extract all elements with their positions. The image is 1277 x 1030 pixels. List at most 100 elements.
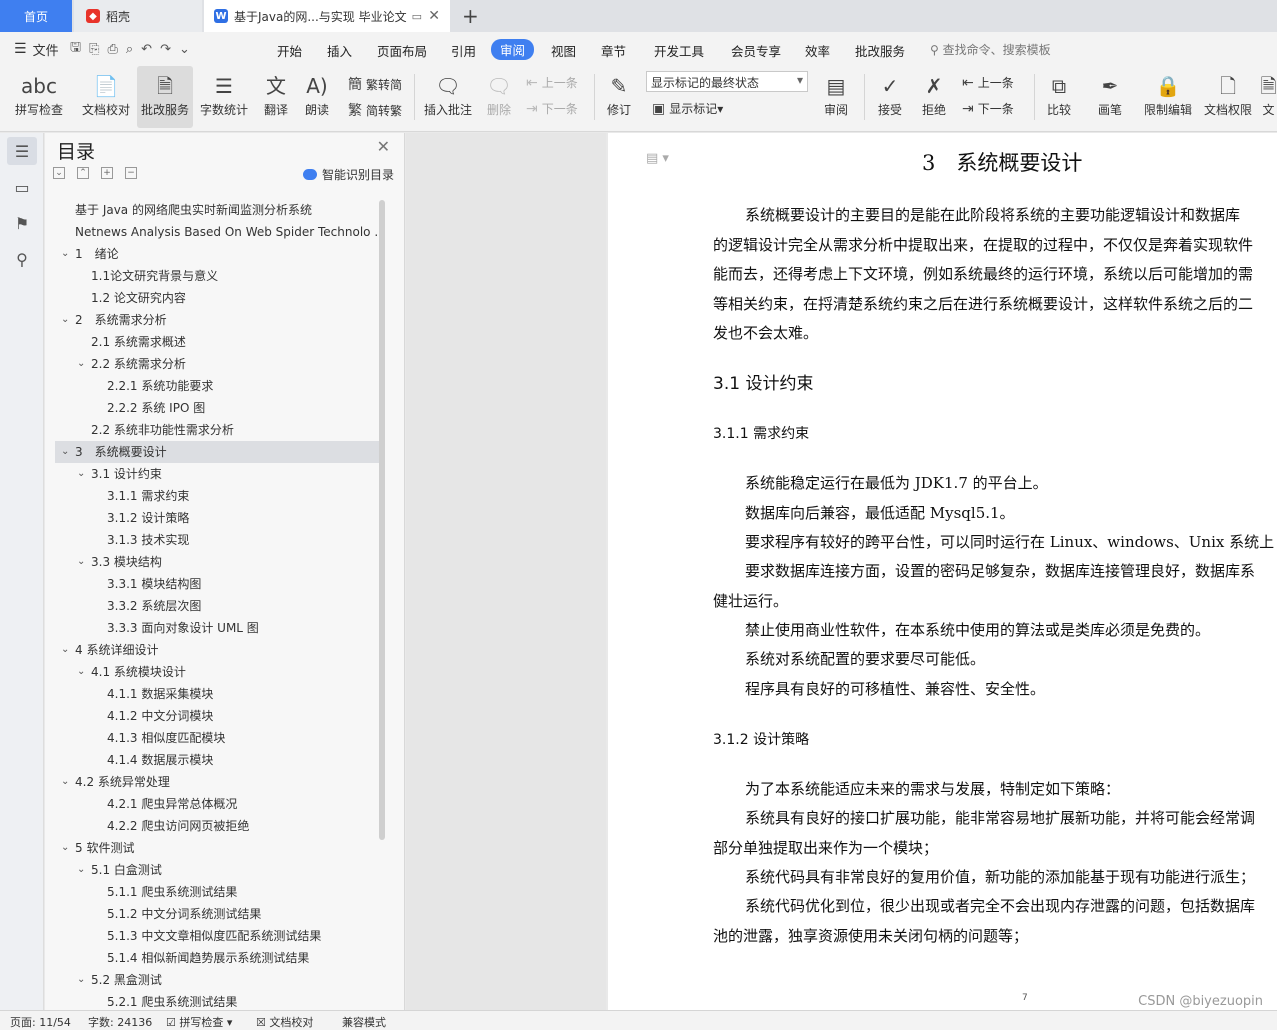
chevron-down-icon[interactable]: ⌄ <box>77 353 85 375</box>
toc-item[interactable]: 1.2 论文研究内容 <box>55 287 380 309</box>
toc-item[interactable]: 基于 Java 的网络爬虫实时新闻监测分析系统 <box>55 199 380 221</box>
toc-item[interactable]: 3.1.2 设计策略 <box>55 507 380 529</box>
menu-tab-chapter[interactable]: 章节 <box>601 41 626 60</box>
toc-item[interactable]: ⌄ 4.1 系统模块设计 <box>55 661 380 683</box>
chevron-down-icon[interactable]: ⌄ <box>61 441 69 463</box>
toc-item[interactable]: 4.1.1 数据采集模块 <box>55 683 380 705</box>
menu-tab-start[interactable]: 开始 <box>277 41 302 60</box>
simp-to-trad-button[interactable]: 繁简转繁 <box>348 100 402 120</box>
chevron-down-icon[interactable]: ⌄ <box>77 463 85 485</box>
insert-comment-button[interactable]: 🗨 插入批注 <box>422 66 474 128</box>
toc-item[interactable]: ⌄ 1 绪论 <box>55 243 380 265</box>
doc-permission-button[interactable]: 🗋 文档权限 <box>1200 66 1256 128</box>
toc-item[interactable]: Netnews Analysis Based On Web Spider Tec… <box>55 221 380 243</box>
page-menu-icon[interactable]: ▤ ▾ <box>646 151 669 166</box>
document-page[interactable]: ▤ ▾ 3 系统概要设计 系统概要设计的主要目的是能在此阶段将系统的主要功能逻辑… <box>608 133 1277 1010</box>
more-dropdown-icon[interactable]: ⌄ <box>179 42 190 57</box>
toc-item[interactable]: ⌄ 5.1 白盒测试 <box>55 859 380 881</box>
toc-item[interactable]: ⌄ 3 系统概要设计 <box>55 441 380 463</box>
command-search[interactable]: ⚲ 查找命令、搜索模板 <box>930 41 1051 58</box>
toc-item[interactable]: 4.2.2 爬虫访问网页被拒绝 <box>55 815 380 837</box>
prev-change-button[interactable]: ⇤ 上一条 <box>962 74 1014 91</box>
review-pane-button[interactable]: ▤ 审阅 <box>816 66 856 128</box>
toc-item[interactable]: 3.3.1 模块结构图 <box>55 573 380 595</box>
toc-item[interactable]: 2.1 系统需求概述 <box>55 331 380 353</box>
toc-item[interactable]: ⌄ 3.3 模块结构 <box>55 551 380 573</box>
markup-state-select[interactable]: 显示标记的最终状态 <box>646 71 808 92</box>
menu-tab-reference[interactable]: 引用 <box>451 41 476 60</box>
toc-item[interactable]: ⌄ 4.2 系统异常处理 <box>55 771 380 793</box>
menu-tab-insert[interactable]: 插入 <box>327 41 352 60</box>
remove-level-icon[interactable]: − <box>125 167 137 179</box>
redo-icon[interactable]: ↷ <box>160 42 171 57</box>
toc-item[interactable]: ⌄ 5.2 黑盒测试 <box>55 969 380 991</box>
more-ribbon-button[interactable]: 🗎 文 <box>1260 66 1277 128</box>
chevron-down-icon[interactable]: ⌄ <box>61 309 69 331</box>
toc-item[interactable]: ⌄ 2.2 系统需求分析 <box>55 353 380 375</box>
next-comment-button[interactable]: ⇥ 下一条 <box>526 100 578 117</box>
export-icon[interactable]: ⎘ <box>89 42 99 57</box>
menu-tab-view[interactable]: 视图 <box>551 41 576 60</box>
close-icon[interactable]: ✕ <box>377 137 390 156</box>
print-icon[interactable]: ⎙ <box>107 42 117 57</box>
tab-home[interactable]: 首页 <box>0 0 72 32</box>
tab-document[interactable]: W 基于Java的网...与实现 毕业论文 ▭ ✕ <box>204 0 450 32</box>
correction-button[interactable]: 🗎 批改服务 <box>137 66 193 128</box>
toc-item[interactable]: 5.1.1 爬虫系统测试结果 <box>55 881 380 903</box>
menu-tab-efficiency[interactable]: 效率 <box>805 41 830 60</box>
toc-item[interactable]: ⌄ 4 系统详细设计 <box>55 639 380 661</box>
prev-comment-button[interactable]: ⇤ 上一条 <box>526 74 578 91</box>
chevron-down-icon[interactable]: ⌄ <box>61 243 69 265</box>
next-change-button[interactable]: ⇥ 下一条 <box>962 100 1014 117</box>
chevron-down-icon[interactable]: ⌄ <box>77 661 85 683</box>
wordcount-button[interactable]: ☰ 字数统计 <box>197 66 251 128</box>
compare-button[interactable]: ⧉ 比较 <box>1038 66 1080 128</box>
menu-tab-review[interactable]: 审阅 <box>491 39 535 60</box>
spellcheck-button[interactable]: abc 拼写检查 <box>8 66 70 128</box>
toc-item[interactable]: 3.3.2 系统层次图 <box>55 595 380 617</box>
toc-item[interactable]: 2.2.1 系统功能要求 <box>55 375 380 397</box>
menu-tab-developer[interactable]: 开发工具 <box>654 41 704 60</box>
menu-tab-layout[interactable]: 页面布局 <box>377 41 427 60</box>
monitor-icon[interactable]: ▭ <box>412 10 422 23</box>
revise-button[interactable]: ✎ 修订 <box>600 66 638 128</box>
toc-item[interactable]: 3.3.3 面向对象设计 UML 图 <box>55 617 380 639</box>
bookmark-icon[interactable]: ⚑ <box>7 209 37 237</box>
toc-item[interactable]: 5.1.2 中文分词系统测试结果 <box>55 903 380 925</box>
pen-button[interactable]: ✒ 画笔 <box>1090 66 1130 128</box>
chevron-down-icon[interactable]: ⌄ <box>61 771 69 793</box>
expand-icon[interactable]: ⌃ <box>77 167 89 179</box>
spellcheck-status[interactable]: ☑ 拼写检查 ▾ <box>166 1014 232 1030</box>
chevron-down-icon[interactable]: ⌄ <box>61 837 69 859</box>
page-indicator[interactable]: 页面: 11/54 <box>10 1014 71 1030</box>
save-icon[interactable]: 🖫 <box>70 38 81 60</box>
search-icon[interactable]: ⚲ <box>7 245 37 273</box>
toc-item[interactable]: ⌄ 3.1 设计约束 <box>55 463 380 485</box>
toc-item[interactable]: 2.2.2 系统 IPO 图 <box>55 397 380 419</box>
menu-tab-member[interactable]: 会员专享 <box>731 41 781 60</box>
toc-item[interactable]: 1.1论文研究背景与意义 <box>55 265 380 287</box>
doccheck-button[interactable]: 📄 文档校对 <box>78 66 134 128</box>
print-preview-icon[interactable]: ⌕ <box>126 42 133 57</box>
word-count[interactable]: 字数: 24136 <box>88 1014 152 1030</box>
toc-scrollbar[interactable] <box>379 200 385 840</box>
chevron-down-icon[interactable]: ⌄ <box>77 551 85 573</box>
chevron-down-icon[interactable]: ⌄ <box>61 639 69 661</box>
restrict-edit-button[interactable]: 🔒 限制编辑 <box>1140 66 1196 128</box>
toc-panel-icon[interactable]: ☰ <box>7 137 37 165</box>
close-tab-icon[interactable]: ✕ <box>428 8 440 24</box>
chevron-down-icon[interactable]: ⌄ <box>77 859 85 881</box>
read-aloud-button[interactable]: A) 朗读 <box>300 66 334 128</box>
translate-button[interactable]: 文翻译 <box>256 66 296 128</box>
file-menu[interactable]: ☰ 文件 <box>0 40 70 59</box>
toc-item[interactable]: 5.1.4 相似新闻趋势展示系统测试结果 <box>55 947 380 969</box>
delete-comment-button[interactable]: 🗨 删除 <box>480 66 518 128</box>
chevron-down-icon[interactable]: ⌄ <box>77 969 85 991</box>
collapse-icon[interactable]: ⌄ <box>53 167 65 179</box>
toc-item[interactable]: ⌄ 5 软件测试 <box>55 837 380 859</box>
tab-daoke[interactable]: ◆ 稻壳 <box>74 0 202 32</box>
toc-item[interactable]: 5.1.3 中文文章相似度匹配系统测试结果 <box>55 925 380 947</box>
toc-item[interactable]: ⌄ 2 系统需求分析 <box>55 309 380 331</box>
reject-button[interactable]: ✗ 拒绝 <box>914 66 954 128</box>
show-markup-button[interactable]: ▣ 显示标记 ▾ <box>652 100 723 117</box>
